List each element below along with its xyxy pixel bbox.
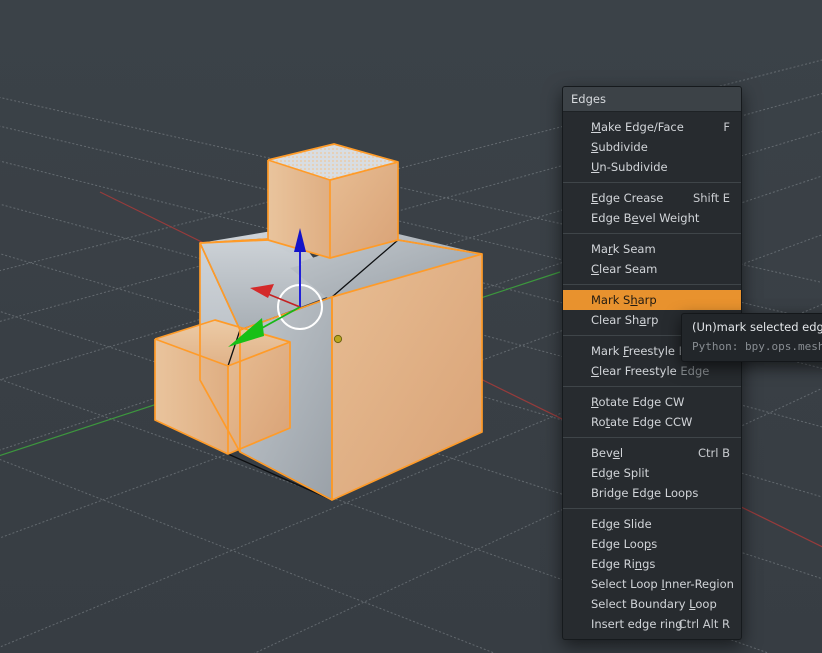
- menu-item-label: Mark Seam: [591, 242, 656, 256]
- menu-item-list: Make Edge/Face F Subdivide Un-Subdivide Edge…: [563, 112, 741, 634]
- menu-item-bridge-edge-loops[interactable]: Bridge Edge Loops: [563, 483, 741, 503]
- menu-item-label: Subdivide: [591, 140, 648, 154]
- tooltip-python-path: Python: bpy.ops.mesh.ma: [692, 340, 822, 353]
- menu-item-clear-freestyle-edge[interactable]: Clear Freestyle Edge: [563, 361, 741, 381]
- menu-item-subdivide[interactable]: Subdivide: [563, 137, 741, 157]
- tooltip: (Un)mark selected edges as Python: bpy.o…: [681, 313, 822, 362]
- menu-item-label: Select Loop Inner-Region: [591, 577, 734, 591]
- menu-item-label: Mark Sharp: [591, 293, 657, 307]
- menu-separator: [563, 233, 741, 234]
- menu-item-edge-crease[interactable]: Edge Crease Shift E: [563, 188, 741, 208]
- menu-item-select-loop-inner-region[interactable]: Select Loop Inner-Region: [563, 574, 741, 594]
- tooltip-description: (Un)mark selected edges as: [692, 320, 822, 334]
- menu-item-label: Make Edge/Face: [591, 120, 684, 134]
- object-origin-dot: [333, 334, 343, 344]
- menu-item-shortcut: Shift E: [692, 191, 730, 205]
- menu-item-edge-split[interactable]: Edge Split: [563, 463, 741, 483]
- menu-separator: [563, 508, 741, 509]
- menu-item-edge-rings[interactable]: Edge Rings: [563, 554, 741, 574]
- menu-item-bevel[interactable]: Bevel Ctrl B: [563, 443, 741, 463]
- menu-item-clear-seam[interactable]: Clear Seam: [563, 259, 741, 279]
- menu-item-select-boundary-loop[interactable]: Select Boundary Loop: [563, 594, 741, 614]
- menu-item-label: Clear Freestyle Edge: [591, 364, 710, 378]
- edges-context-menu[interactable]: Edges Make Edge/Face F Subdivide Un-Subdivi…: [562, 86, 742, 640]
- menu-item-label: Rotate Edge CW: [591, 395, 685, 409]
- menu-item-label: Edge Slide: [591, 517, 652, 531]
- menu-item-label: Clear Sharp: [591, 313, 659, 327]
- menu-item-rotate-edge-cw[interactable]: Rotate Edge CW: [563, 392, 741, 412]
- blender-window: Edges Make Edge/Face F Subdivide Un-Subdivi…: [0, 0, 822, 653]
- menu-separator: [563, 437, 741, 438]
- menu-item-label: Rotate Edge CCW: [591, 415, 693, 429]
- menu-item-shortcut: Ctrl B: [697, 446, 730, 460]
- menu-item-mark-seam[interactable]: Mark Seam: [563, 239, 741, 259]
- menu-separator: [563, 386, 741, 387]
- menu-separator: [563, 182, 741, 183]
- menu-item-label: Bevel: [591, 446, 624, 460]
- menu-item-label: Un-Subdivide: [591, 160, 668, 174]
- menu-item-edge-slide[interactable]: Edge Slide: [563, 514, 741, 534]
- menu-item-make-edge-face[interactable]: Make Edge/Face F: [563, 117, 741, 137]
- menu-item-label: Bridge Edge Loops: [591, 486, 699, 500]
- menu-item-shortcut: Ctrl Alt R: [678, 617, 730, 631]
- menu-item-rotate-edge-ccw[interactable]: Rotate Edge CCW: [563, 412, 741, 432]
- menu-item-shortcut: F: [723, 120, 730, 134]
- menu-item-label: Edge Bevel Weight: [591, 211, 700, 225]
- menu-title: Edges: [563, 87, 741, 112]
- menu-item-label: Insert edge ring: [591, 617, 683, 631]
- menu-item-label: Select Boundary Loop: [591, 597, 717, 611]
- menu-item-insert-edge-ring[interactable]: Insert edge ring Ctrl Alt R: [563, 614, 741, 634]
- menu-item-label: Edge Split: [591, 466, 650, 480]
- menu-item-edge-loops[interactable]: Edge Loops: [563, 534, 741, 554]
- menu-separator: [563, 284, 741, 285]
- menu-item-label: Edge Loops: [591, 537, 658, 551]
- menu-item-label: Edge Crease: [591, 191, 664, 205]
- menu-item-edge-bevel-weight[interactable]: Edge Bevel Weight: [563, 208, 741, 228]
- menu-item-un-subdivide[interactable]: Un-Subdivide: [563, 157, 741, 177]
- menu-item-label: Edge Rings: [591, 557, 656, 571]
- menu-item-mark-sharp[interactable]: Mark Sharp: [563, 290, 741, 310]
- menu-item-label: Clear Seam: [591, 262, 658, 276]
